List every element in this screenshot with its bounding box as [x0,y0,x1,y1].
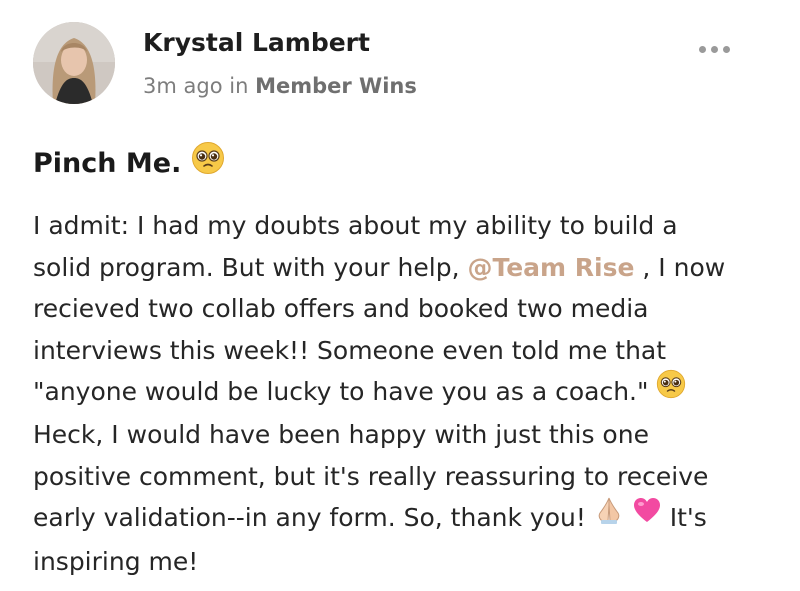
post-title: Pinch Me. [33,141,225,185]
in-label: in [229,74,249,98]
author-avatar[interactable] [33,22,115,104]
author-name[interactable]: Krystal Lambert [143,28,370,57]
body-line: Heck, I would have been happy with just … [33,420,649,450]
folded-hands-emoji [594,495,624,538]
post-body: I admit: I had my doubts about my abilit… [33,205,773,582]
body-line: "anyone would be lucky to have you as a … [33,369,773,414]
body-line: inspiring me! [33,546,199,576]
post-time: 3m ago [143,74,223,98]
mention-link[interactable]: @Team Rise [467,253,634,282]
body-text-segment: It's [669,503,707,533]
post-card: Krystal Lambert 3m ago in Member Wins Pi… [0,0,800,591]
body-text-segment: , I now [642,252,726,282]
more-options-icon[interactable] [697,42,733,56]
post-title-text: Pinch Me. [33,148,182,179]
post-meta: 3m ago in Member Wins [143,74,417,98]
body-line: I admit: I had my doubts about my abilit… [33,211,678,240]
body-line: positive comment, but it's really reassu… [33,461,709,491]
pleading-face-emoji [656,369,686,412]
body-text-segment: solid program. But with your help, [33,252,460,282]
body-text-segment: early validation--in any form. So, thank… [33,503,586,533]
pink-heart-emoji [632,495,662,538]
pleading-face-emoji [191,141,225,182]
body-line: solid program. But with your help, @Team… [33,247,773,289]
body-line: interviews this week!! Someone even told… [33,335,667,365]
space-link[interactable]: Member Wins [255,74,417,98]
body-line: recieved two collab offers and booked tw… [33,294,649,323]
body-line: early validation--in any form. So, thank… [33,497,773,540]
body-text-segment: "anyone would be lucky to have you as a … [33,377,649,406]
